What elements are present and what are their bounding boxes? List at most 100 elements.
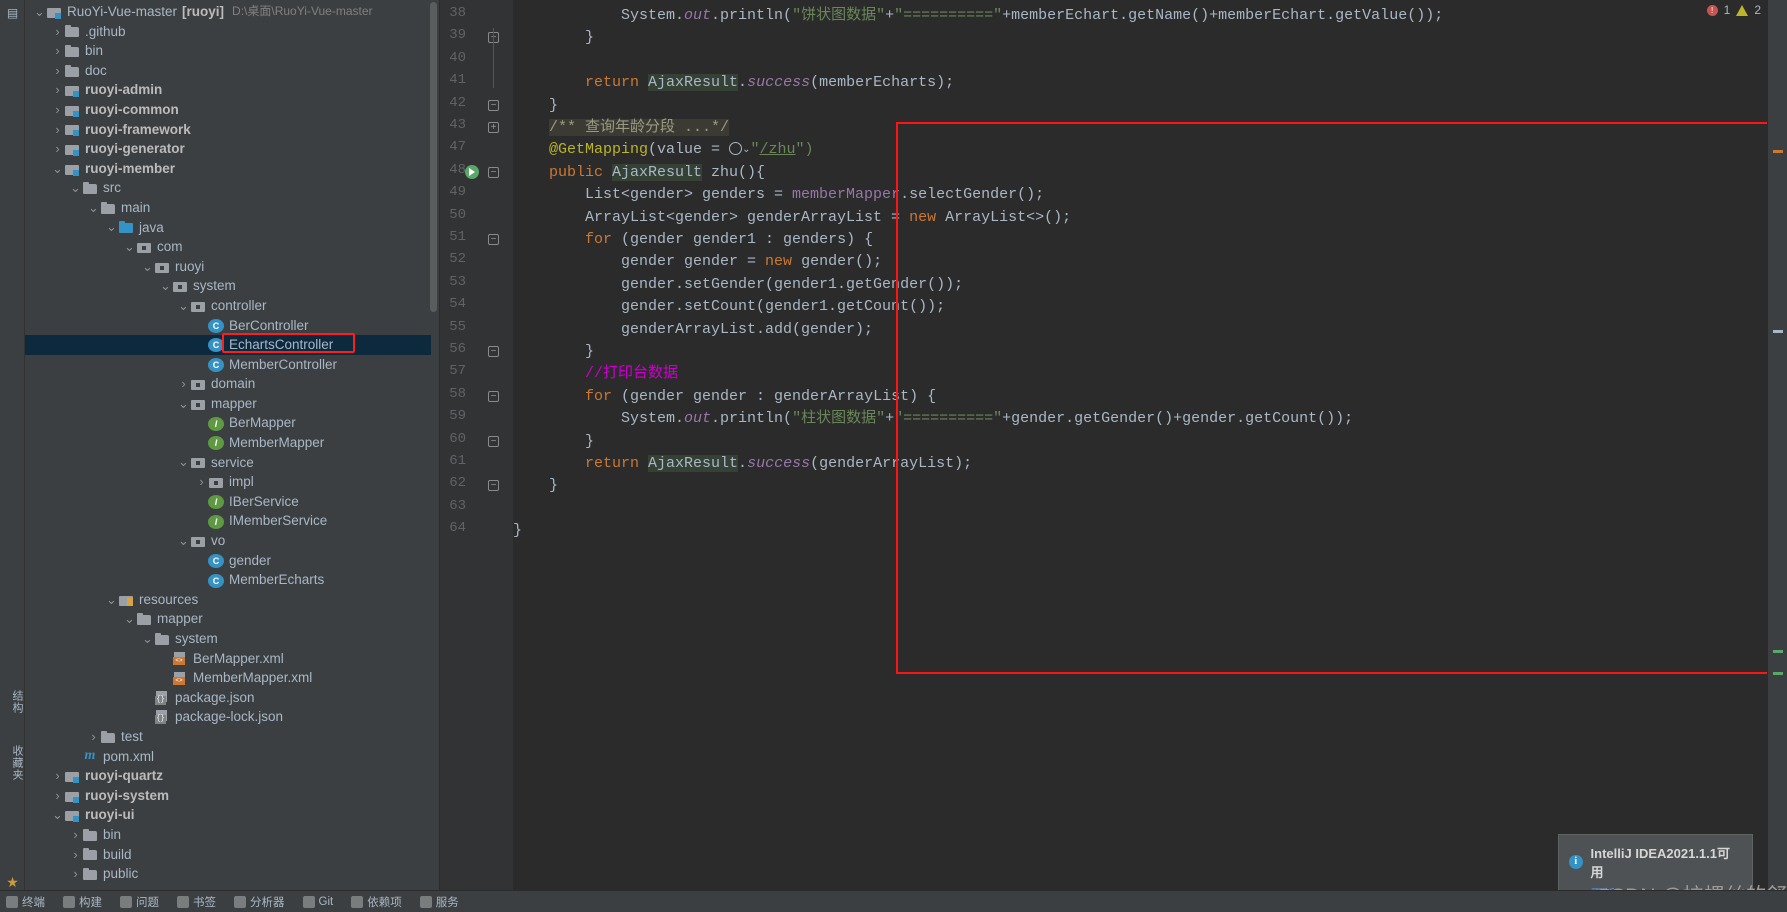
code-line[interactable]: genderArrayList.add(gender); xyxy=(513,319,873,341)
tree-row-selected[interactable]: C EchartsController xyxy=(25,335,431,355)
tree-row[interactable]: › impl xyxy=(25,472,431,492)
statusbar-bookmarks[interactable]: 书签 xyxy=(177,894,216,910)
tree-row[interactable]: ⌄ main xyxy=(25,198,431,218)
code-line[interactable]: public AjaxResult zhu(){ xyxy=(513,162,765,184)
tree-row[interactable]: m pom.xml xyxy=(25,747,431,767)
code-line[interactable]: ArrayList<gender> genderArrayList = new … xyxy=(513,207,1071,229)
tree-row[interactable]: ⌄ resources xyxy=(25,590,431,610)
tree-row[interactable]: C MemberEcharts xyxy=(25,570,431,590)
statusbar-services[interactable]: 服务 xyxy=(419,894,459,910)
code-line[interactable]: gender.setCount(gender1.getCount()); xyxy=(513,296,945,318)
tree-row[interactable]: › ruoyi-system xyxy=(25,786,431,806)
chevron-down-icon[interactable]: ⌄ xyxy=(177,533,190,548)
editor-gutter[interactable]: 38 39 − 40 41 42 − 43 +47 48 − 49 50 51 − 52 53 54 55 56 − 57… xyxy=(440,0,513,912)
chevron-right-icon[interactable]: › xyxy=(51,22,64,42)
chevron-right-icon[interactable]: › xyxy=(51,61,64,81)
tree-row[interactable]: ⌄ service xyxy=(25,453,431,473)
code-line[interactable]: for (gender gender : genderArrayList) { xyxy=(513,386,936,408)
tree-row[interactable]: ⌄ mapper xyxy=(25,609,431,629)
tree-row[interactable]: › domain xyxy=(25,374,431,394)
statusbar-terminal[interactable]: 终端 xyxy=(6,894,45,910)
statusbar-profiler[interactable]: 分析器 xyxy=(234,894,285,910)
fold-collapse-icon[interactable]: − xyxy=(487,479,501,493)
code-line[interactable]: //打印台数据 xyxy=(513,363,678,385)
tree-row[interactable]: › test xyxy=(25,727,431,747)
chevron-down-icon[interactable]: ⌄ xyxy=(177,298,190,313)
stripe-marker[interactable] xyxy=(1773,650,1783,653)
project-tree[interactable]: ⌄ RuoYi-Vue-master [ruoyi] D:\桌面\RuoYi-Vue-… xyxy=(25,0,431,912)
fold-collapse-icon[interactable]: − xyxy=(487,435,501,449)
stripe-marker[interactable] xyxy=(1773,150,1783,153)
code-content[interactable]: System.out.println("饼状图数据"+"=========="+… xyxy=(513,0,1787,912)
chevron-right-icon[interactable]: › xyxy=(51,41,64,61)
tree-row[interactable]: I IMemberService xyxy=(25,511,431,531)
run-gutter-icon[interactable] xyxy=(465,164,481,181)
tree-row[interactable]: ⌄ java xyxy=(25,218,431,238)
code-line[interactable]: return AjaxResult.success(genderArrayLis… xyxy=(513,453,972,475)
tree-row[interactable]: ⌄ src xyxy=(25,178,431,198)
tree-row[interactable]: ⌄ RuoYi-Vue-master [ruoyi] D:\桌面\RuoYi-Vue-… xyxy=(25,2,431,22)
code-line[interactable]: gender.setGender(gender1.getGender()); xyxy=(513,274,963,296)
code-line[interactable]: List<gender> genders = memberMapper.sele… xyxy=(513,184,1044,206)
statusbar-git[interactable]: Git xyxy=(302,895,333,908)
status-bar[interactable]: 终端 构建 问题 书签 分析器 Git 依赖项 服务 xyxy=(0,890,1787,912)
tree-row[interactable]: › doc xyxy=(25,61,431,81)
chevron-right-icon[interactable]: › xyxy=(69,825,82,845)
error-stripe[interactable] xyxy=(1767,0,1787,912)
structure-tool-button[interactable]: 结构 xyxy=(0,690,25,714)
statusbar-dependencies[interactable]: 依赖项 xyxy=(351,894,402,910)
chevron-down-icon[interactable]: ⌄ xyxy=(87,200,100,215)
chevron-down-icon[interactable]: ⌄ xyxy=(105,220,118,234)
fold-collapse-icon[interactable]: − xyxy=(487,233,501,247)
favorites-tool-button[interactable]: 收藏夹 xyxy=(0,745,25,781)
tree-row[interactable]: › build xyxy=(25,845,431,865)
tree-row[interactable]: ⌄ ruoyi xyxy=(25,257,431,277)
code-line[interactable]: } xyxy=(513,520,522,542)
code-editor[interactable]: 38 39 − 40 41 42 − 43 +47 48 − 49 50 51 − 52 53 54 55 56 − 57… xyxy=(440,0,1787,912)
tree-row[interactable]: Cgender xyxy=(25,551,431,571)
chevron-down-icon[interactable]: ⌄ xyxy=(141,259,154,274)
fold-collapse-icon[interactable]: − xyxy=(487,390,501,404)
code-line[interactable]: gender gender = new gender(); xyxy=(513,251,882,273)
code-line[interactable]: } xyxy=(513,341,594,363)
inspection-status[interactable]: ! 1 2 xyxy=(1706,3,1761,17)
code-line[interactable]: return AjaxResult.success(memberEcharts)… xyxy=(513,72,954,94)
chevron-down-icon[interactable]: ⌄ xyxy=(159,279,172,293)
chevron-down-icon[interactable]: ⌄ xyxy=(69,181,82,195)
fold-collapse-icon[interactable]: − xyxy=(487,166,501,180)
tree-row[interactable]: › ruoyi-framework xyxy=(25,120,431,140)
tree-row[interactable]: C BerController xyxy=(25,316,431,336)
tree-row[interactable]: ⌄ ruoyi-ui xyxy=(25,805,431,825)
statusbar-problems[interactable]: 问题 xyxy=(120,894,159,910)
code-line[interactable]: @GetMapping(value = ⌄"/zhu") xyxy=(513,139,813,161)
stripe-marker[interactable] xyxy=(1773,330,1783,333)
chevron-down-icon[interactable]: ⌄ xyxy=(33,4,46,19)
chevron-right-icon[interactable]: › xyxy=(69,864,82,884)
tree-row[interactable]: I MemberMapper xyxy=(25,433,431,453)
tree-row[interactable]: › .github xyxy=(25,22,431,42)
tree-row[interactable]: › bin xyxy=(25,825,431,845)
tree-row[interactable]: › ruoyi-quartz xyxy=(25,766,431,786)
tree-row[interactable]: ⌄ controller xyxy=(25,296,431,316)
tree-row[interactable]: › ruoyi-admin xyxy=(25,80,431,100)
project-tree-panel[interactable]: ⌄ RuoYi-Vue-master [ruoyi] D:\桌面\RuoYi-Vue-… xyxy=(25,0,440,912)
chevron-down-icon[interactable]: ⌄ xyxy=(141,631,154,646)
tree-row[interactable]: ⌄ system xyxy=(25,629,431,649)
statusbar-build[interactable]: 构建 xyxy=(63,894,102,910)
tree-row[interactable]: ⌄ com xyxy=(25,237,431,257)
code-line[interactable]: /** 查询年龄分段 ...*/ xyxy=(513,117,730,139)
chevron-right-icon[interactable]: › xyxy=(51,100,64,120)
tree-row[interactable]: › bin xyxy=(25,41,431,61)
chevron-right-icon[interactable]: › xyxy=(195,472,208,492)
tree-row[interactable]: package.json xyxy=(25,688,431,708)
code-line[interactable]: for (gender gender1 : genders) { xyxy=(513,229,873,251)
code-line[interactable]: System.out.println("柱状图数据"+"=========="+… xyxy=(513,408,1353,430)
chevron-right-icon[interactable]: › xyxy=(51,139,64,159)
project-scrollbar[interactable] xyxy=(430,2,437,312)
chevron-right-icon[interactable]: › xyxy=(51,80,64,100)
fold-collapse-icon[interactable]: − xyxy=(487,31,501,45)
stripe-marker[interactable] xyxy=(1773,672,1783,675)
code-line[interactable]: } xyxy=(513,95,558,117)
chevron-down-icon[interactable]: ⌄ xyxy=(177,455,190,469)
chevron-right-icon[interactable]: › xyxy=(51,766,64,786)
